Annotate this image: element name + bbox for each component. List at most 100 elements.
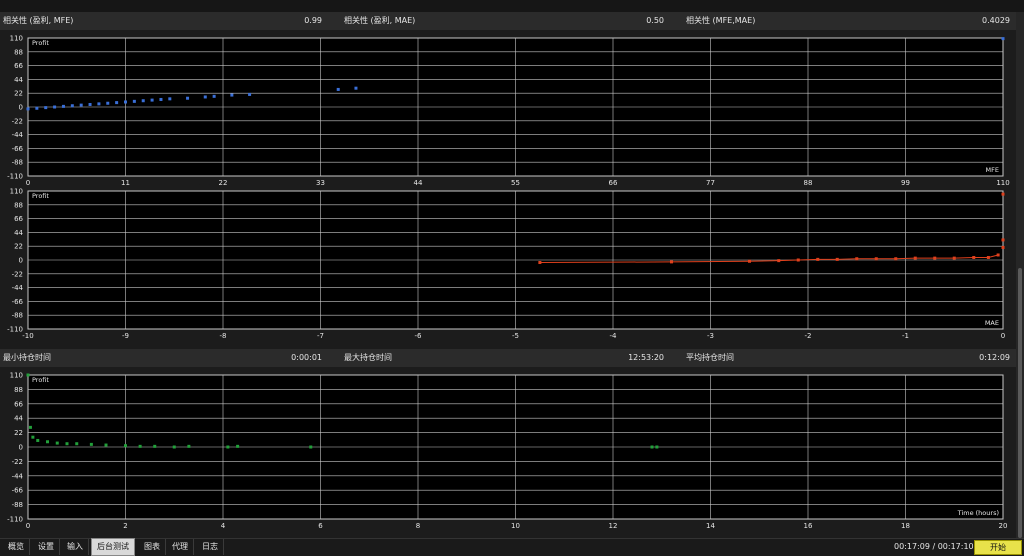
data-point bbox=[816, 257, 820, 261]
y-tick-label: 44 bbox=[14, 229, 23, 237]
data-point bbox=[855, 257, 859, 261]
data-point bbox=[187, 444, 191, 448]
profit-vs-mfe-chart: -110-88-66-44-220224466881100 11 22 33 44 55 6… bbox=[7, 35, 1010, 188]
x-tick-label: 0 bbox=[1001, 332, 1005, 340]
data-point bbox=[226, 445, 230, 449]
window-top-strip bbox=[0, 0, 1024, 12]
data-point bbox=[70, 104, 74, 108]
x-tick-label: -8 bbox=[220, 332, 227, 340]
data-point bbox=[97, 102, 101, 106]
x-tick-label: 2 bbox=[123, 522, 127, 530]
data-point bbox=[89, 442, 93, 446]
x-tick-label: 20 bbox=[999, 522, 1008, 530]
stat-label: 最大持仓时间 bbox=[344, 353, 392, 362]
data-point bbox=[1001, 245, 1005, 249]
tab-backtest[interactable]: 后台测试 bbox=[91, 538, 135, 556]
data-point bbox=[172, 445, 176, 449]
data-point bbox=[996, 253, 1000, 257]
data-point bbox=[28, 425, 32, 429]
stat-label: 相关性 (盈利, MFE) bbox=[3, 16, 74, 25]
stat-label: 最小持仓时间 bbox=[3, 353, 51, 362]
y-tick-label: 88 bbox=[14, 201, 23, 209]
stat-value: 0.4029 bbox=[982, 16, 1010, 25]
elapsed-time: 00:17:09 / 00:17:10 bbox=[894, 542, 974, 551]
y-tick-label: 22 bbox=[14, 90, 23, 98]
x-axis-label: Time (hours) bbox=[957, 509, 999, 517]
data-point bbox=[88, 102, 92, 106]
x-tick-label: 14 bbox=[706, 522, 715, 530]
data-point bbox=[31, 435, 35, 439]
x-tick-label: 0 bbox=[26, 522, 30, 530]
stat-value: 0:12:09 bbox=[979, 353, 1010, 362]
tab-journal[interactable]: 日志 bbox=[197, 539, 224, 555]
y-tick-label: -44 bbox=[12, 472, 24, 480]
data-point bbox=[309, 445, 313, 449]
data-point bbox=[230, 93, 234, 97]
data-point bbox=[153, 444, 157, 448]
data-point bbox=[26, 373, 30, 377]
data-point bbox=[913, 256, 917, 260]
data-point bbox=[748, 259, 751, 263]
data-point bbox=[1001, 192, 1005, 196]
data-point bbox=[53, 105, 57, 109]
y-tick-label: -110 bbox=[7, 173, 23, 181]
y-tick-label: 0 bbox=[19, 444, 23, 452]
y-tick-label: -22 bbox=[12, 117, 23, 125]
y-tick-label: 110 bbox=[10, 372, 23, 380]
y-tick-label: 0 bbox=[19, 257, 23, 265]
data-point bbox=[106, 101, 110, 105]
x-tick-label: -7 bbox=[317, 332, 324, 340]
x-tick-label: 16 bbox=[804, 522, 813, 530]
y-axis-label: Profit bbox=[32, 39, 49, 47]
data-point bbox=[124, 100, 127, 104]
data-point bbox=[1001, 238, 1005, 242]
y-tick-label: 22 bbox=[14, 243, 23, 251]
y-tick-label: -22 bbox=[12, 458, 23, 466]
data-point bbox=[835, 257, 839, 261]
x-tick-label: 10 bbox=[511, 522, 520, 530]
y-tick-label: 0 bbox=[19, 104, 23, 112]
data-point bbox=[36, 438, 40, 442]
y-tick-label: 110 bbox=[10, 188, 23, 196]
data-point bbox=[141, 99, 145, 103]
data-point bbox=[952, 256, 956, 260]
y-tick-label: -110 bbox=[7, 326, 23, 334]
stat-label: 相关性 (盈利, MAE) bbox=[344, 16, 416, 25]
start-button[interactable]: 开始 bbox=[974, 540, 1022, 555]
data-point bbox=[655, 445, 659, 449]
tab-overview[interactable]: 概览 bbox=[3, 539, 30, 555]
stat-label: 平均持仓时间 bbox=[686, 353, 734, 362]
tab-graph[interactable]: 图表 bbox=[139, 539, 166, 555]
y-tick-label: 44 bbox=[14, 76, 23, 84]
x-tick-label: 8 bbox=[416, 522, 420, 530]
tab-settings[interactable]: 设置 bbox=[33, 539, 60, 555]
y-axis-label: Profit bbox=[32, 376, 49, 384]
data-point bbox=[55, 441, 59, 445]
scrollbar-thumb[interactable] bbox=[1018, 268, 1022, 538]
y-tick-label: 66 bbox=[14, 62, 23, 70]
y-tick-label: -44 bbox=[12, 284, 24, 292]
stat-value: 0:00:01 bbox=[291, 353, 322, 362]
profit-vs-time-chart: -110 -88 -66 -44 -22 0 22 44 66 88 110 0 2 4 6 8 10 12 14 1… bbox=[7, 372, 1008, 531]
y-tick-label: -110 bbox=[7, 516, 23, 524]
data-point bbox=[79, 103, 83, 107]
x-tick-label: 4 bbox=[221, 522, 226, 530]
data-point bbox=[26, 107, 30, 111]
data-point bbox=[75, 442, 79, 446]
data-point bbox=[35, 106, 39, 110]
data-point bbox=[46, 440, 49, 444]
data-point bbox=[972, 255, 976, 259]
data-point bbox=[44, 106, 48, 110]
data-point bbox=[61, 104, 65, 108]
y-tick-label: -88 bbox=[12, 312, 23, 320]
profit-vs-mae-chart: -110-88-66-44-22022446688110-10 -9 -8 -7 -6-… bbox=[7, 188, 1005, 341]
tab-agents[interactable]: 代理 bbox=[167, 539, 194, 555]
data-point bbox=[124, 444, 127, 448]
holding-time-stats-bar: 最小持仓时间 0:00:01 最大持仓时间 12:53:20 平均持仓时间 0:… bbox=[0, 349, 1016, 367]
y-tick-label: -66 bbox=[12, 298, 24, 306]
data-point bbox=[168, 97, 172, 101]
x-tick-label: 6 bbox=[318, 522, 323, 530]
x-tick-label: 18 bbox=[901, 522, 910, 530]
tab-inputs[interactable]: 输入 bbox=[62, 539, 89, 555]
data-point bbox=[354, 86, 358, 90]
